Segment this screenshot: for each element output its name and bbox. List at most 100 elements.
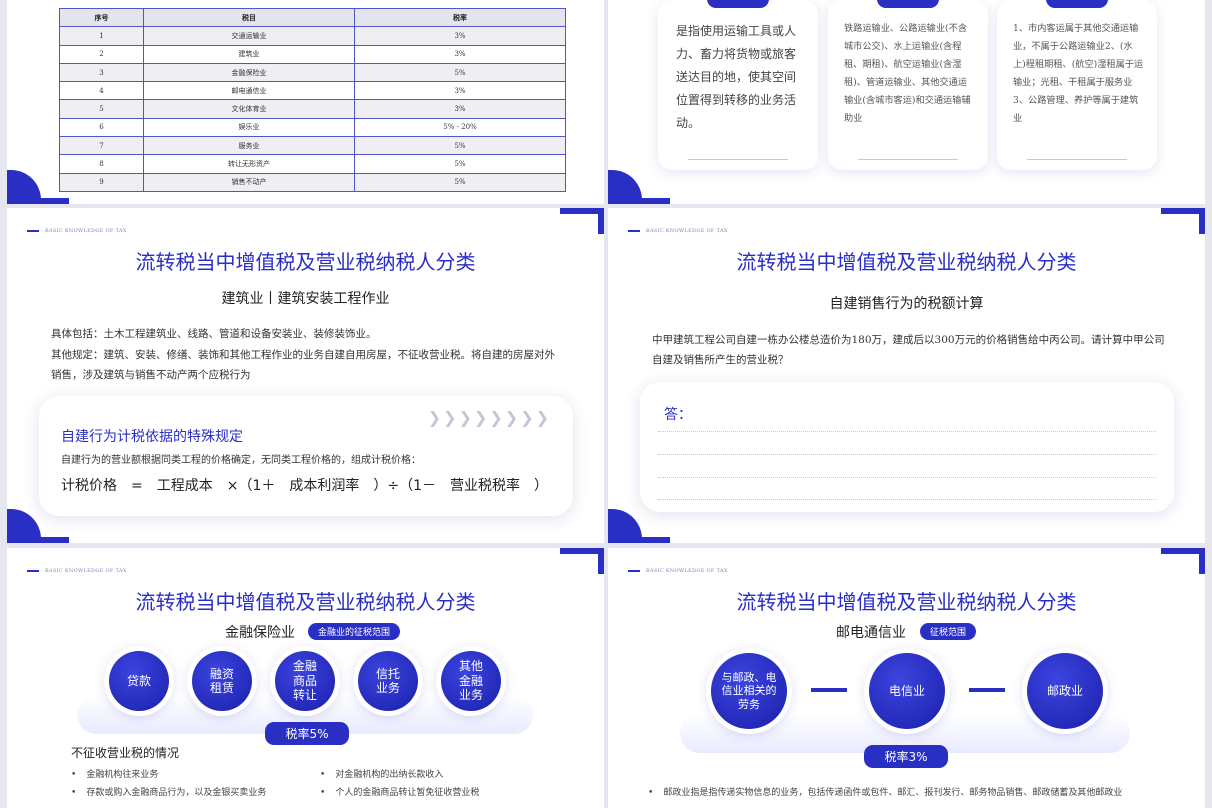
table-header-item: 税目 bbox=[143, 7, 355, 28]
card-notes-text: 1、市内客运属于其他交通运输业，不属于公路运输业2、(水上)程租期租、(航空)湿… bbox=[1013, 23, 1144, 124]
slide-tax-rate-table[interactable]: 序号 税目 税率 1 交通运输业 3% 2 建筑业 3% 3 金融保险业 5% 4 邮电通信业 3% 5… bbox=[7, 0, 604, 204]
slide-transport-cards[interactable]: 是指使用运输工具或人力、畜力将货物或旅客送达目的地，使其空间位置得到转移的业务活… bbox=[608, 0, 1205, 204]
slide-calculation[interactable]: BASIC KNOWLEDGE OF TAX 流转税当中增值税及营业税纳税人分类… bbox=[608, 208, 1205, 543]
slide-construction[interactable]: BASIC KNOWLEDGE OF TAX 流转税当中增值税及营业税纳税人分类… bbox=[7, 208, 604, 543]
bullet-item: 存款或购入金融商品行为，以及金银买卖业务 bbox=[71, 785, 266, 798]
card-notes: 1、市内客运属于其他交通运输业，不属于公路运输业2、(水上)程租期租、(航空)湿… bbox=[997, 0, 1157, 170]
table-cell-index: 4 bbox=[59, 81, 144, 101]
circle-leasing: 融资租赁 bbox=[192, 651, 252, 711]
corner-decoration bbox=[608, 164, 670, 204]
table-cell-item: 服务业 bbox=[143, 136, 355, 156]
table-cell-item: 文化体育业 bbox=[143, 99, 355, 119]
table-cell-index: 3 bbox=[59, 62, 144, 83]
connector-line bbox=[969, 688, 1005, 692]
card-pill bbox=[1046, 0, 1108, 8]
table-cell-item: 金融保险业 bbox=[143, 62, 355, 83]
card-categories: 铁路运输业、公路运输业(不含城市公交)、水上运输业(含程租、期租)、航空运输业(… bbox=[828, 0, 988, 170]
table-cell-rate: 3% bbox=[354, 26, 566, 46]
paragraph-other-rules: 其他规定：建筑、安装、修缮、装饰和其他工程作业的业务自建自用房屋，不征收营业税。… bbox=[51, 349, 555, 381]
slide-subtitle: 自建销售行为的税额计算 bbox=[829, 296, 984, 312]
slide-title: 流转税当中增值税及营业税纳税人分类 bbox=[736, 250, 1077, 274]
bullet-item: 邮政业指是指传递实物信息的业务，包括传递函件或包件、邮汇、报刊发行、邮务物品销售… bbox=[648, 785, 1122, 798]
corner-decoration bbox=[560, 208, 604, 234]
table-cell-rate: 5% - 20% bbox=[354, 117, 566, 138]
table-row: 8 转让无形资产 5% bbox=[59, 154, 566, 174]
table-cell-index: 2 bbox=[59, 44, 144, 64]
table-cell-item: 建筑业 bbox=[143, 44, 355, 64]
circle-other: 其他金融业务 bbox=[441, 651, 501, 711]
bullet-item: 金融机构往来业务 bbox=[71, 767, 158, 780]
table-cell-rate: 5% bbox=[354, 136, 566, 156]
answer-line bbox=[658, 454, 1156, 455]
rule-box: ❯❯❯❯❯❯❯❯ 自建行为计税依据的特殊规定 自建行为的营业额根据同类工程的价格… bbox=[39, 396, 573, 516]
bullet-item: 个人的金融商品转让暂免征收营业税 bbox=[320, 785, 479, 798]
circle-loan: 贷款 bbox=[109, 651, 169, 711]
table-row: 4 邮电通信业 3% bbox=[59, 81, 566, 101]
table-cell-index: 6 bbox=[59, 117, 144, 138]
circle-securities: 金融商品转让 bbox=[275, 651, 335, 711]
table-cell-index: 8 bbox=[59, 154, 144, 174]
rule-box-title: 自建行为计税依据的特殊规定 bbox=[61, 429, 243, 445]
slide-title: 流转税当中增值税及营业税纳税人分类 bbox=[135, 250, 476, 274]
rule-box-text: 自建行为的营业额根据同类工程的价格确定，无同类工程价格的，组成计税价格： bbox=[61, 455, 421, 466]
corner-decoration bbox=[1161, 548, 1205, 574]
table-cell-index: 5 bbox=[59, 99, 144, 119]
card-definition: 是指使用运输工具或人力、畜力将货物或旅客送达目的地，使其空间位置得到转移的业务活… bbox=[658, 0, 818, 170]
answer-box[interactable]: 答： bbox=[640, 382, 1174, 512]
table-cell-item: 销售不动产 bbox=[143, 172, 355, 192]
slide-finance[interactable]: BASIC KNOWLEDGE OF TAX 流转税当中增值税及营业税纳税人分类… bbox=[7, 548, 604, 808]
slide-subtitle: 建筑业丨建筑安装工程作业 bbox=[221, 291, 390, 307]
table-cell-item: 邮电通信业 bbox=[143, 81, 355, 101]
scope-tag: 金融业的征税范围 bbox=[308, 623, 401, 640]
circle-postal: 邮政业 bbox=[1027, 653, 1103, 729]
tax-rate-table: 序号 税目 税率 1 交通运输业 3% 2 建筑业 3% 3 金融保险业 5% 4 邮电通信业 3% 5… bbox=[59, 7, 566, 192]
card-pill bbox=[877, 0, 939, 8]
table-row: 6 娱乐业 5% - 20% bbox=[59, 117, 566, 138]
question-text: 中甲建筑工程公司自建一栋办公楼总造价为180万，建成后以300万元的价格销售给中… bbox=[652, 334, 1165, 366]
slide-title: 流转税当中增值税及营业税纳税人分类 bbox=[135, 590, 476, 614]
bullet-item: 对金融机构的出纳长款收入 bbox=[320, 767, 443, 780]
corner-decoration bbox=[7, 164, 69, 204]
circle-related-services: 与邮政、电信业相关的劳务 bbox=[711, 653, 787, 729]
table-cell-rate: 3% bbox=[354, 99, 566, 119]
paragraph-scope: 具体包括：土木工程建筑业、线路、管道和设备安装业、装修装饰业。 bbox=[51, 328, 377, 340]
slide-header: BASIC KNOWLEDGE OF TAX bbox=[628, 228, 728, 234]
table-cell-index: 7 bbox=[59, 136, 144, 156]
answer-line bbox=[658, 431, 1156, 432]
slide-header: BASIC KNOWLEDGE OF TAX bbox=[628, 568, 728, 574]
slide-subtitle: 邮电通信业 bbox=[836, 625, 906, 641]
table-cell-item: 交通运输业 bbox=[143, 26, 355, 46]
table-cell-item: 娱乐业 bbox=[143, 117, 355, 138]
table-cell-rate: 5% bbox=[354, 62, 566, 83]
slide-title: 流转税当中增值税及营业税纳税人分类 bbox=[736, 590, 1077, 614]
card-divider bbox=[1027, 159, 1127, 160]
table-row: 1 交通运输业 3% bbox=[59, 26, 566, 46]
slide-post-telecom[interactable]: BASIC KNOWLEDGE OF TAX 流转税当中增值税及营业税纳税人分类… bbox=[608, 548, 1205, 808]
slide-subtitle: 金融保险业 bbox=[225, 625, 295, 641]
card-definition-text: 是指使用运输工具或人力、畜力将货物或旅客送达目的地，使其空间位置得到转移的业务活… bbox=[676, 24, 797, 130]
table-row: 7 服务业 5% bbox=[59, 136, 566, 156]
answer-line bbox=[658, 499, 1156, 500]
formula: 计税价格 = 工程成本 ×（1＋ 成本利润率 ）÷（1－ 营业税税率 ） bbox=[61, 478, 549, 494]
table-header-index: 序号 bbox=[59, 7, 144, 28]
card-pill bbox=[707, 0, 769, 8]
chevron-arrows-icon: ❯❯❯❯❯❯❯❯ bbox=[427, 408, 551, 427]
rate-tag: 税率3% bbox=[864, 745, 948, 768]
table-cell-item: 转让无形资产 bbox=[143, 154, 355, 174]
corner-decoration bbox=[560, 548, 604, 574]
rate-tag: 税率5% bbox=[265, 722, 349, 745]
table-row: 5 文化体育业 3% bbox=[59, 99, 566, 119]
table-row: 9 销售不动产 5% bbox=[59, 172, 566, 192]
scope-tag: 征税范围 bbox=[920, 623, 977, 640]
card-divider bbox=[688, 159, 788, 160]
table-row: 2 建筑业 3% bbox=[59, 44, 566, 64]
slide-header: BASIC KNOWLEDGE OF TAX bbox=[27, 568, 127, 574]
connector-line bbox=[811, 688, 847, 692]
table-cell-rate: 3% bbox=[354, 44, 566, 64]
card-divider bbox=[858, 159, 958, 160]
table-row: 3 金融保险业 5% bbox=[59, 62, 566, 83]
card-categories-text: 铁路运输业、公路运输业(不含城市公交)、水上运输业(含程租、期租)、航空运输业(… bbox=[844, 23, 971, 124]
answer-line bbox=[658, 477, 1156, 478]
circle-trust: 信托业务 bbox=[358, 651, 418, 711]
table-header-rate: 税率 bbox=[354, 7, 566, 28]
